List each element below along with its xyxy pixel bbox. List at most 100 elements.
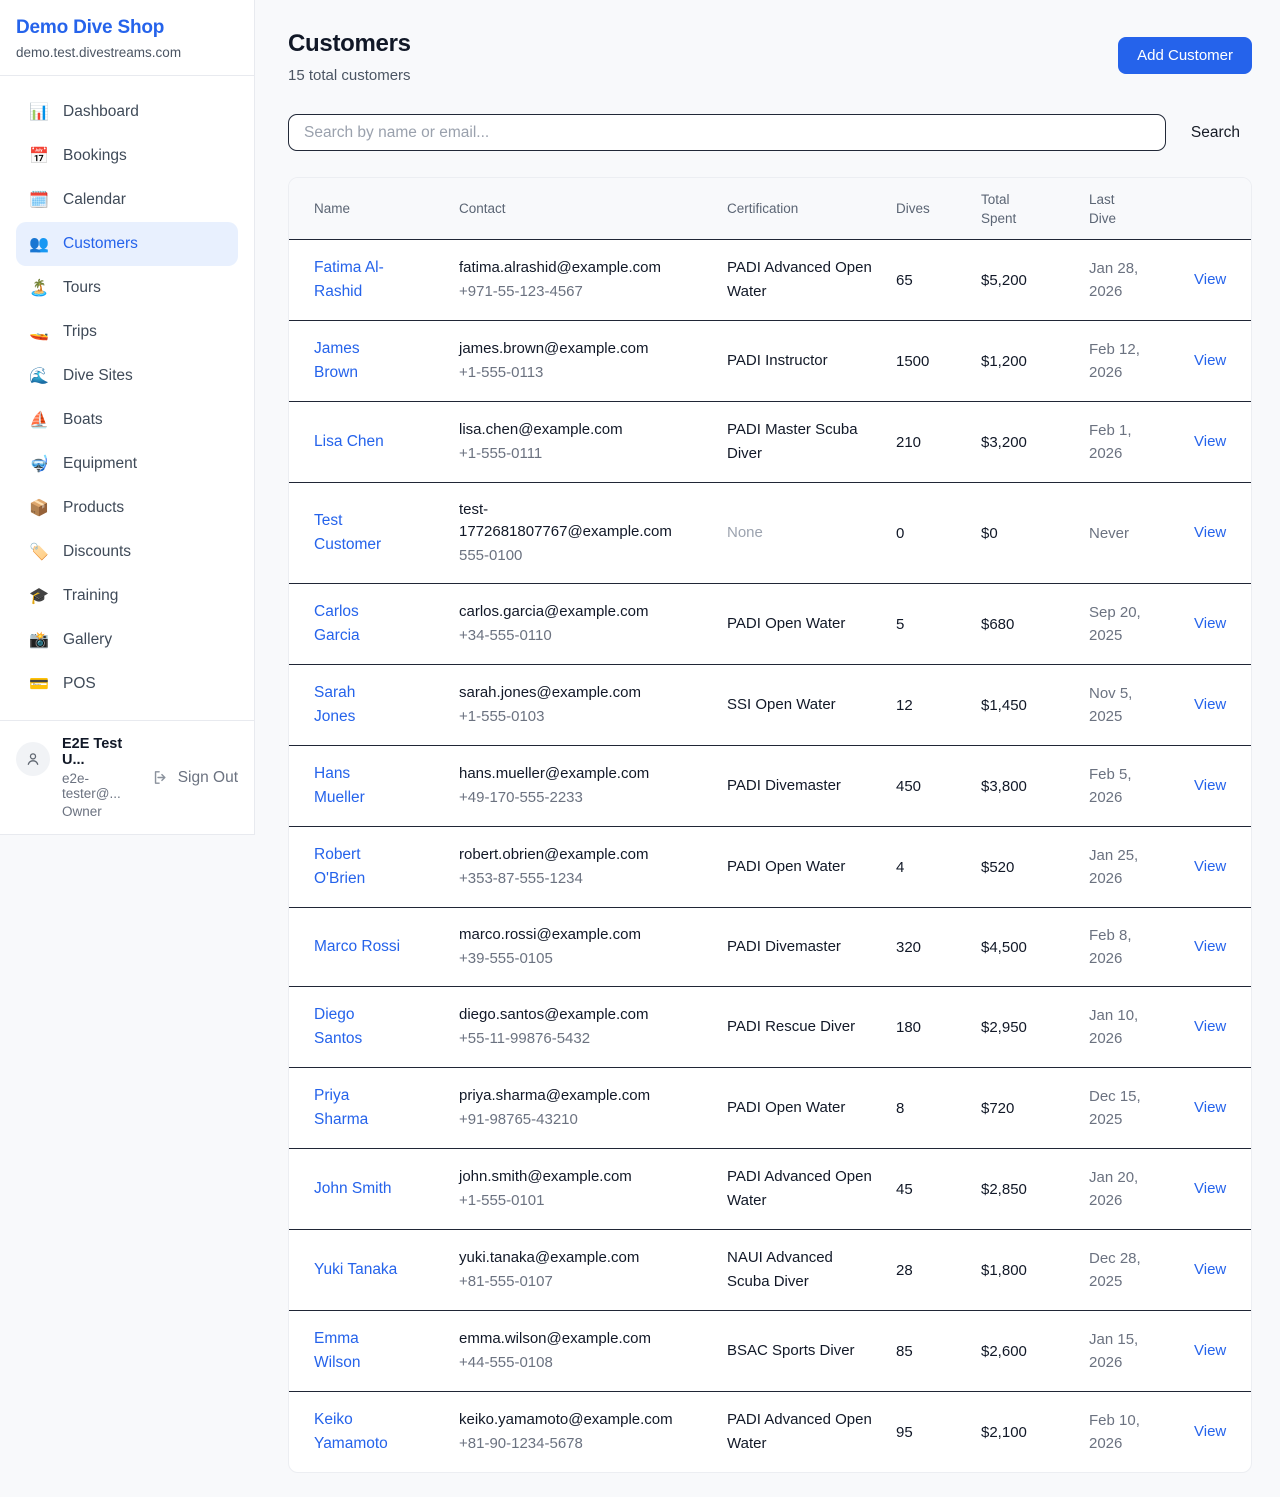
certification-cell: BSAC Sports Diver — [727, 1339, 872, 1363]
user-section: E2E Test U... e2e-tester@... Owner Sign … — [0, 720, 254, 834]
sidebar-item-label: POS — [63, 675, 96, 693]
view-link[interactable]: View — [1194, 1018, 1226, 1035]
sidebar-item-discounts[interactable]: 🏷️ Discounts — [16, 530, 238, 574]
customer-name-link[interactable]: John Smith — [314, 1177, 401, 1201]
customer-email: james.brown@example.com — [459, 338, 691, 360]
certification-cell: PADI Instructor — [727, 349, 872, 373]
table-row: Sarah Jones sarah.jones@example.com +1-5… — [289, 665, 1251, 746]
total-spent-cell: $4,500 — [981, 939, 1065, 956]
sidebar-nav: 📊 Dashboard 📅 Bookings 🗓️ Calendar 👥 Cus… — [0, 76, 254, 720]
customer-name-link[interactable]: Marco Rossi — [314, 935, 401, 959]
customer-name-link[interactable]: Yuki Tanaka — [314, 1258, 401, 1282]
name-cell: Lisa Chen — [314, 430, 435, 454]
customer-phone: 555-0100 — [459, 545, 703, 567]
tours-icon: 🏝️ — [29, 278, 49, 298]
total-spent-cell: $2,600 — [981, 1343, 1065, 1360]
user-meta: E2E Test U... e2e-tester@... Owner — [62, 736, 140, 819]
customer-name-link[interactable]: Fatima Al-Rashid — [314, 256, 401, 304]
search-bar: Search — [288, 114, 1252, 151]
sidebar-item-trips[interactable]: 🚤 Trips — [16, 310, 238, 354]
view-link[interactable]: View — [1194, 696, 1226, 713]
contact-cell: diego.santos@example.com +55-11-99876-54… — [459, 1004, 703, 1050]
view-link[interactable]: View — [1194, 1423, 1226, 1440]
customer-name-link[interactable]: Diego Santos — [314, 1003, 401, 1051]
sidebar-item-gallery[interactable]: 📸 Gallery — [16, 618, 238, 662]
view-link[interactable]: View — [1194, 271, 1226, 288]
certification-cell: PADI Advanced Open Water — [727, 1165, 872, 1213]
actions-cell: View — [1194, 858, 1252, 876]
sidebar-item-products[interactable]: 📦 Products — [16, 486, 238, 530]
sidebar-item-label: Products — [63, 499, 124, 517]
dives-cell: 28 — [896, 1262, 957, 1279]
actions-cell: View — [1194, 777, 1252, 795]
main-content: Customers 15 total customers Add Custome… — [256, 0, 1280, 1497]
table-header-row: Name Contact Certification Dives Total S… — [289, 178, 1251, 240]
table-row: Robert O'Brien robert.obrien@example.com… — [289, 827, 1251, 908]
view-link[interactable]: View — [1194, 524, 1226, 541]
customer-phone: +1-555-0113 — [459, 362, 703, 384]
dives-cell: 210 — [896, 434, 957, 451]
name-cell: Yuki Tanaka — [314, 1258, 435, 1282]
customer-phone: +1-555-0103 — [459, 706, 703, 728]
search-button[interactable]: Search — [1179, 124, 1252, 142]
sidebar-item-equipment[interactable]: 🤿 Equipment — [16, 442, 238, 486]
customer-phone: +81-555-0107 — [459, 1271, 703, 1293]
customer-name-link[interactable]: Emma Wilson — [314, 1327, 401, 1375]
sidebar-item-training[interactable]: 🎓 Training — [16, 574, 238, 618]
name-cell: Hans Mueller — [314, 762, 435, 810]
customer-name-link[interactable]: Lisa Chen — [314, 430, 401, 454]
certification-cell: SSI Open Water — [727, 693, 872, 717]
sidebar-item-bookings[interactable]: 📅 Bookings — [16, 134, 238, 178]
search-input[interactable] — [288, 114, 1166, 151]
customer-phone: +44-555-0108 — [459, 1352, 703, 1374]
view-link[interactable]: View — [1194, 938, 1226, 955]
column-header-total-spent: Total Spent — [981, 190, 1023, 228]
calendar-icon: 🗓️ — [29, 190, 49, 210]
actions-cell: View — [1194, 1018, 1252, 1036]
contact-cell: priya.sharma@example.com +91-98765-43210 — [459, 1085, 703, 1131]
sign-out-button[interactable]: Sign Out — [152, 769, 238, 787]
customer-name-link[interactable]: Carlos Garcia — [314, 600, 401, 648]
view-link[interactable]: View — [1194, 1261, 1226, 1278]
view-link[interactable]: View — [1194, 615, 1226, 632]
sidebar-item-calendar[interactable]: 🗓️ Calendar — [16, 178, 238, 222]
contact-cell: yuki.tanaka@example.com +81-555-0107 — [459, 1247, 703, 1293]
customer-name-link[interactable]: Sarah Jones — [314, 681, 401, 729]
customer-email: yuki.tanaka@example.com — [459, 1247, 691, 1269]
view-link[interactable]: View — [1194, 1342, 1226, 1359]
customer-name-link[interactable]: Keiko Yamamoto — [314, 1408, 401, 1456]
sidebar-item-label: Dive Sites — [63, 367, 133, 385]
sidebar-item-dashboard[interactable]: 📊 Dashboard — [16, 90, 238, 134]
customer-name-link[interactable]: James Brown — [314, 337, 401, 385]
sidebar-item-label: Training — [63, 587, 118, 605]
last-dive-cell: Jan 15, 2026 — [1089, 1328, 1159, 1374]
sidebar-item-customers[interactable]: 👥 Customers — [16, 222, 238, 266]
sidebar-item-dive-sites[interactable]: 🌊 Dive Sites — [16, 354, 238, 398]
avatar — [16, 742, 50, 776]
view-link[interactable]: View — [1194, 777, 1226, 794]
view-link[interactable]: View — [1194, 1099, 1226, 1116]
contact-cell: keiko.yamamoto@example.com +81-90-1234-5… — [459, 1409, 703, 1455]
view-link[interactable]: View — [1194, 352, 1226, 369]
customer-name-link[interactable]: Priya Sharma — [314, 1084, 401, 1132]
certification-cell: PADI Open Water — [727, 612, 872, 636]
dives-cell: 8 — [896, 1100, 957, 1117]
view-link[interactable]: View — [1194, 1180, 1226, 1197]
table-row: Yuki Tanaka yuki.tanaka@example.com +81-… — [289, 1230, 1251, 1311]
view-link[interactable]: View — [1194, 433, 1226, 450]
sidebar-item-pos[interactable]: 💳 POS — [16, 662, 238, 706]
last-dive-cell: Sep 20, 2025 — [1089, 601, 1159, 647]
sidebar-item-tours[interactable]: 🏝️ Tours — [16, 266, 238, 310]
column-header-name: Name — [314, 201, 435, 216]
customer-name-link[interactable]: Robert O'Brien — [314, 843, 401, 891]
actions-cell: View — [1194, 1261, 1252, 1279]
customer-name-link[interactable]: Hans Mueller — [314, 762, 401, 810]
customer-name-link[interactable]: Test Customer — [314, 509, 401, 557]
discounts-icon: 🏷️ — [29, 542, 49, 562]
name-cell: Carlos Garcia — [314, 600, 435, 648]
sidebar-item-label: Equipment — [63, 455, 137, 473]
last-dive-cell: Feb 8, 2026 — [1089, 924, 1159, 970]
add-customer-button[interactable]: Add Customer — [1118, 37, 1252, 74]
view-link[interactable]: View — [1194, 858, 1226, 875]
sidebar-item-boats[interactable]: ⛵ Boats — [16, 398, 238, 442]
